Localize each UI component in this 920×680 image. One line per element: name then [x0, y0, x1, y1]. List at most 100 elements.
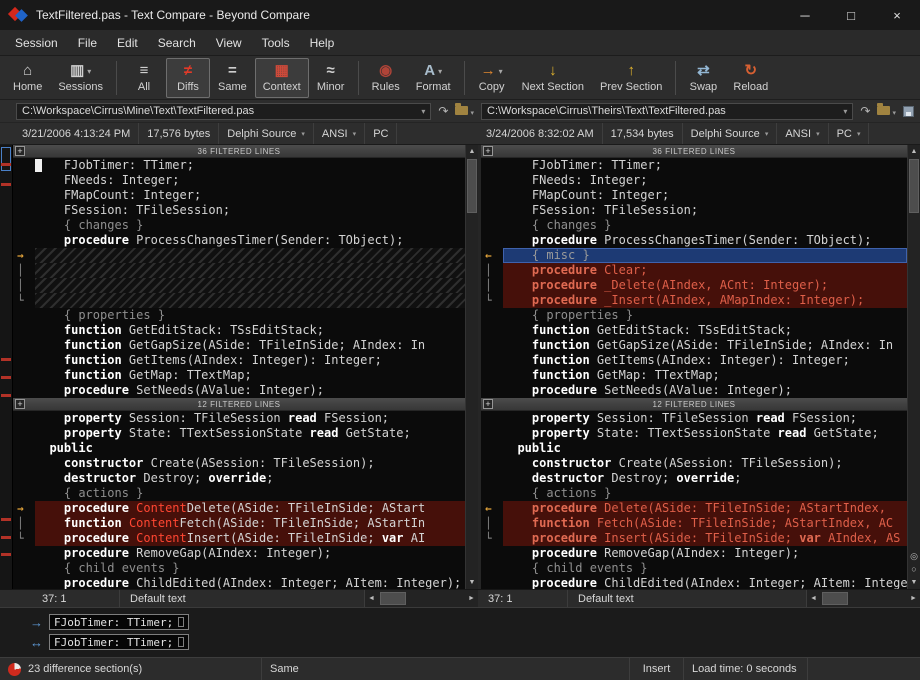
code-line[interactable]: FJobTimer: TTimer; — [13, 158, 465, 173]
copy-button[interactable]: →▾Copy — [470, 58, 514, 98]
filtered-lines-bar[interactable]: +12 FILTERED LINES — [13, 398, 465, 411]
right-path-combo[interactable]: C:\Workspace\Cirrus\Theirs\Text\TextFilt… — [481, 103, 853, 120]
code-line[interactable]: public — [481, 441, 907, 456]
code-line[interactable]: property State: TTextSessionState read G… — [481, 426, 907, 441]
right-scroll-track[interactable] — [908, 158, 920, 550]
code-line[interactable]: function GetItems(AIndex: Integer): Inte… — [13, 353, 465, 368]
code-line[interactable]: function GetEditStack: TSsEditStack; — [481, 323, 907, 338]
code-line[interactable]: │ procedure Clear; — [481, 263, 907, 278]
code-line[interactable]: FMapCount: Integer; — [13, 188, 465, 203]
left-scroll-track[interactable] — [466, 158, 478, 576]
minimize-button[interactable]: ─ — [782, 0, 828, 30]
code-line[interactable]: function GetGapSize(ASide: TFileInSide; … — [13, 338, 465, 353]
scroll-up-icon[interactable]: ▲ — [466, 145, 478, 158]
code-line[interactable]: ← { misc } — [481, 248, 907, 263]
code-line[interactable]: FNeeds: Integer; — [13, 173, 465, 188]
diffs-button[interactable]: ≠Diffs — [166, 58, 210, 98]
code-line[interactable]: constructor Create(ASession: TFileSessio… — [13, 456, 465, 471]
code-line[interactable]: └ procedure _Insert(AIndex, AMapIndex: I… — [481, 293, 907, 308]
menu-file[interactable]: File — [68, 32, 107, 54]
code-line[interactable]: { changes } — [13, 218, 465, 233]
code-line[interactable]: function GetEditStack: TSsEditStack; — [13, 323, 465, 338]
code-line[interactable]: procedure ProcessChangesTimer(Sender: TO… — [481, 233, 907, 248]
next-section-button[interactable]: ↓Next Section — [514, 58, 592, 98]
home-button[interactable]: ⌂Home — [5, 58, 50, 98]
code-line[interactable]: function GetMap: TTextMap; — [13, 368, 465, 383]
menu-view[interactable]: View — [206, 32, 252, 54]
code-line[interactable]: procedure RemoveGap(AIndex: Integer); — [13, 546, 465, 561]
code-line[interactable]: { properties } — [13, 308, 465, 323]
browse-folder-button[interactable]: ▾ — [455, 102, 474, 120]
diff-mark[interactable] — [1, 376, 11, 379]
scroll-left-icon[interactable]: ◄ — [807, 590, 820, 607]
left-line-ending-select[interactable]: PC — [365, 123, 397, 144]
filtered-lines-bar[interactable]: +36 FILTERED LINES — [481, 145, 907, 158]
code-line[interactable]: procedure RemoveGap(AIndex: Integer); — [481, 546, 907, 561]
right-hscroll-track[interactable] — [820, 590, 907, 607]
reload-button[interactable]: ↻Reload — [725, 58, 776, 98]
code-line[interactable]: { properties } — [481, 308, 907, 323]
maximize-button[interactable]: □ — [828, 0, 874, 30]
scroll-right-icon[interactable]: ► — [907, 590, 920, 607]
gutter-arrow-left-icon[interactable]: ← — [485, 248, 492, 263]
code-line[interactable]: FJobTimer: TTimer; — [481, 158, 907, 173]
diff-mark[interactable] — [1, 518, 11, 521]
overview-viewport[interactable] — [1, 147, 11, 171]
rules-button[interactable]: ◉Rules — [364, 58, 408, 98]
code-line[interactable]: └ — [13, 293, 465, 308]
gutter-arrow-right-icon[interactable]: → — [17, 501, 24, 516]
expand-section-icon[interactable]: + — [483, 146, 493, 156]
code-line[interactable]: FNeeds: Integer; — [481, 173, 907, 188]
code-line[interactable]: { child events } — [13, 561, 465, 576]
scroll-down-icon[interactable]: ▼ — [466, 576, 478, 589]
scroll-down-icon[interactable]: ▼ — [908, 576, 920, 589]
prev-section-button[interactable]: ↑Prev Section — [592, 58, 670, 98]
code-area-left[interactable]: +36 FILTERED LINES FJobTimer: TTimer; FN… — [13, 145, 465, 589]
code-line[interactable]: destructor Destroy; override; — [13, 471, 465, 486]
code-line[interactable]: { actions } — [13, 486, 465, 501]
code-line[interactable]: │ — [13, 263, 465, 278]
scroll-left-icon[interactable]: ◄ — [365, 590, 378, 607]
filtered-lines-bar[interactable]: +36 FILTERED LINES — [13, 145, 465, 158]
code-line[interactable]: └ procedure ContentInsert(ASide: TFileIn… — [13, 531, 465, 546]
diff-mark[interactable] — [1, 358, 11, 361]
code-line[interactable]: │ — [13, 278, 465, 293]
code-line[interactable]: │ function Fetch(ASide: TFileInSide; ASt… — [481, 516, 907, 531]
code-line[interactable]: procedure ChildEdited(AIndex: Integer; A… — [13, 576, 465, 589]
code-area-right[interactable]: +36 FILTERED LINES FJobTimer: TTimer; FN… — [481, 145, 907, 589]
chevron-down-icon[interactable]: ▾ — [415, 107, 425, 116]
align-line-text[interactable]: FJobTimer: TTimer; — [49, 614, 189, 630]
reload-file-icon[interactable]: ↷ — [438, 105, 448, 117]
all-button[interactable]: ≡All — [122, 58, 166, 98]
save-file-icon[interactable] — [903, 106, 914, 117]
left-scroll-thumb[interactable] — [467, 159, 477, 213]
code-line[interactable]: └ procedure Insert(ASide: TFileInSide; v… — [481, 531, 907, 546]
gutter-arrow-left-icon[interactable]: ← — [485, 501, 492, 516]
code-line[interactable]: function GetItems(AIndex: Integer): Inte… — [481, 353, 907, 368]
left-vertical-scrollbar[interactable]: ▲ ▼ — [465, 145, 478, 589]
code-line[interactable]: FSession: TFileSession; — [481, 203, 907, 218]
left-format-select[interactable]: Delphi Source ▾ — [219, 123, 314, 144]
code-line[interactable]: { actions } — [481, 486, 907, 501]
right-format-select[interactable]: Delphi Source ▾ — [683, 123, 778, 144]
center-current-icon[interactable]: ◎ — [908, 550, 920, 563]
right-line-ending-select[interactable]: PC ▾ — [829, 123, 870, 144]
diff-mark[interactable] — [1, 163, 11, 166]
title-bar[interactable]: TextFiltered.pas - Text Compare - Beyond… — [0, 0, 920, 30]
left-horizontal-scrollbar[interactable]: ◄ ► — [365, 590, 478, 607]
swap-button[interactable]: ⇄Swap — [681, 58, 725, 98]
code-line[interactable]: procedure SetNeeds(AValue: Integer); — [13, 383, 465, 398]
left-encoding-select[interactable]: ANSI ▾ — [314, 123, 365, 144]
menu-tools[interactable]: Tools — [252, 32, 300, 54]
format-button[interactable]: A▾Format — [408, 58, 459, 98]
minor-button[interactable]: ≈Minor — [309, 58, 353, 98]
left-hscroll-track[interactable] — [378, 590, 465, 607]
right-vertical-scrollbar[interactable]: ▲ ◎ ○ ▼ — [907, 145, 920, 589]
right-encoding-select[interactable]: ANSI ▾ — [777, 123, 828, 144]
menu-edit[interactable]: Edit — [107, 32, 148, 54]
context-button[interactable]: ▦Context — [255, 58, 309, 98]
menu-search[interactable]: Search — [148, 32, 206, 54]
code-line[interactable]: public — [13, 441, 465, 456]
code-line[interactable]: { child events } — [481, 561, 907, 576]
locate-diff-icon[interactable]: ○ — [908, 563, 920, 576]
